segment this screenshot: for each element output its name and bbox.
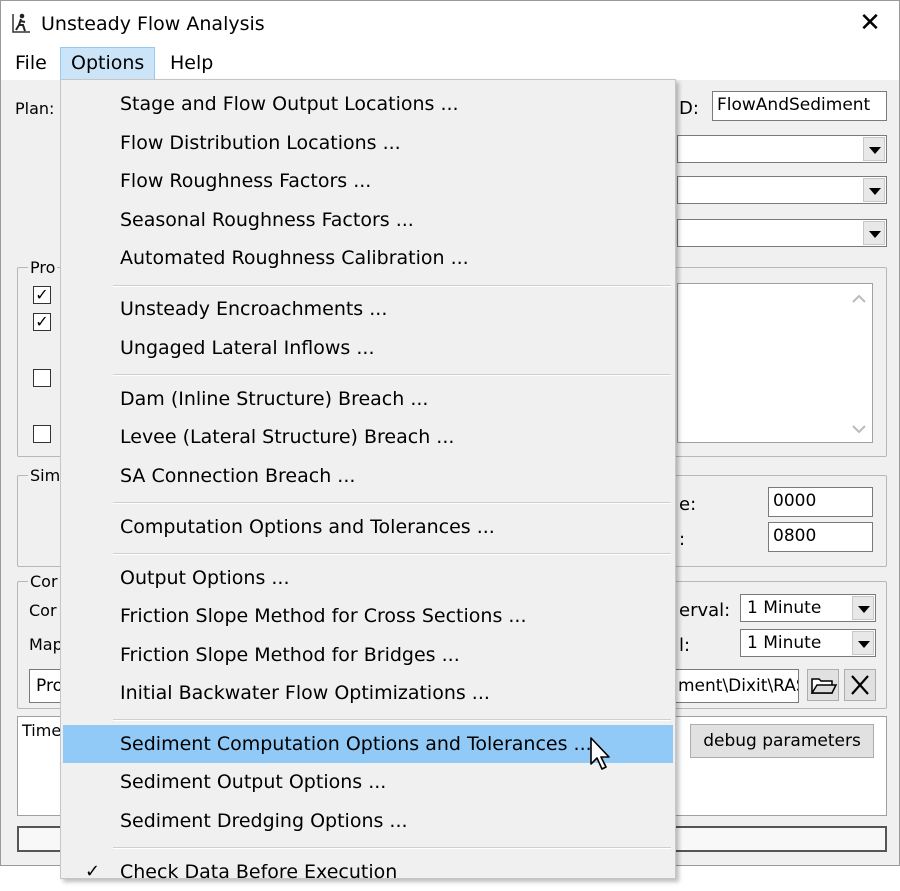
close-button[interactable]: ✕ xyxy=(841,1,899,47)
scroll-up-icon[interactable] xyxy=(852,294,866,304)
path-prefix: Pro xyxy=(36,676,63,696)
computation-group-title: Cor xyxy=(28,572,60,591)
menu-item-check-data[interactable]: ✓ Check Data Before Execution xyxy=(63,853,673,891)
menu-separator xyxy=(113,719,671,721)
interval-label-2: l: xyxy=(679,635,691,656)
interval-label-1: erval: xyxy=(679,600,731,621)
program-checkbox-4[interactable] xyxy=(33,425,51,443)
program-checkbox-1[interactable]: ✓ xyxy=(33,286,51,304)
browse-folder-button[interactable] xyxy=(807,669,839,701)
menu-item-sediment-dredging-options[interactable]: Sediment Dredging Options ... xyxy=(63,802,673,840)
menu-item-sa-connection-breach[interactable]: SA Connection Breach ... xyxy=(63,457,673,495)
computation-label: Cor xyxy=(29,601,57,620)
menu-item-dam-breach[interactable]: Dam (Inline Structure) Breach ... xyxy=(63,380,673,418)
checkmark-icon: ✓ xyxy=(85,861,101,882)
open-folder-icon xyxy=(810,678,838,694)
start-time-field[interactable]: 0000 xyxy=(768,487,873,517)
end-time-label: : xyxy=(679,529,686,550)
menu-item-computation-options[interactable]: Computation Options and Tolerances ... xyxy=(63,508,673,546)
menu-bar: File Options Help xyxy=(1,47,899,80)
window-title: Unsteady Flow Analysis xyxy=(41,13,265,35)
interval-value-1: 1 Minute xyxy=(747,598,822,618)
x-icon xyxy=(851,675,869,695)
options-dropdown-menu: Stage and Flow Output Locations ... Flow… xyxy=(60,79,676,883)
menu-options[interactable]: Options xyxy=(60,47,156,80)
chevron-down-icon xyxy=(863,178,885,202)
short-id-field[interactable]: FlowAndSediment xyxy=(712,91,887,121)
menu-separator xyxy=(113,553,671,555)
menu-help[interactable]: Help xyxy=(160,47,223,80)
chevron-down-icon xyxy=(852,596,874,620)
short-id-label: D: xyxy=(679,98,699,119)
menu-item-stage-flow-output[interactable]: Stage and Flow Output Locations ... xyxy=(63,85,673,123)
program-checkbox-2[interactable]: ✓ xyxy=(33,313,51,331)
menu-item-friction-slope-bridges[interactable]: Friction Slope Method for Bridges ... xyxy=(63,636,673,674)
menu-item-seasonal-roughness[interactable]: Seasonal Roughness Factors ... xyxy=(63,201,673,239)
menu-item-backwater-optimizations[interactable]: Initial Backwater Flow Optimizations ... xyxy=(63,674,673,712)
menu-separator xyxy=(113,502,671,504)
debug-parameters-button[interactable]: debug parameters xyxy=(690,724,874,758)
interval-value-2: 1 Minute xyxy=(747,633,822,653)
sediment-select[interactable] xyxy=(677,219,887,247)
menu-item-flow-distribution[interactable]: Flow Distribution Locations ... xyxy=(63,124,673,162)
plan-label: Plan: xyxy=(15,99,55,118)
hec-ras-person-icon xyxy=(12,13,30,33)
menu-item-check-data-label: Check Data Before Execution xyxy=(120,861,398,883)
flow-select[interactable] xyxy=(677,176,887,204)
menu-item-output-options[interactable]: Output Options ... xyxy=(63,559,673,597)
chevron-down-icon xyxy=(863,137,885,161)
menu-separator xyxy=(113,285,671,287)
close-icon: ✕ xyxy=(859,8,881,38)
menu-file[interactable]: File xyxy=(5,47,57,80)
menu-item-unsteady-encroachments[interactable]: Unsteady Encroachments ... xyxy=(63,290,673,328)
programs-group-title: Pro xyxy=(28,258,58,277)
programs-listbox[interactable] xyxy=(677,283,873,443)
program-checkbox-3[interactable] xyxy=(33,369,51,387)
interval-select-2[interactable]: 1 Minute xyxy=(740,629,876,657)
time-label: Time xyxy=(22,721,62,740)
interval-select-1[interactable]: 1 Minute xyxy=(740,594,876,622)
scroll-down-icon[interactable] xyxy=(852,424,866,434)
chevron-down-icon xyxy=(863,221,885,245)
menu-item-automated-roughness[interactable]: Automated Roughness Calibration ... xyxy=(63,239,673,277)
menu-item-sediment-output-options[interactable]: Sediment Output Options ... xyxy=(63,763,673,801)
checkmark-icon: ✓ xyxy=(35,312,49,331)
menu-item-flow-roughness[interactable]: Flow Roughness Factors ... xyxy=(63,162,673,200)
simulation-group-title: Sim xyxy=(28,466,63,485)
geometry-select[interactable] xyxy=(677,135,887,163)
checkmark-icon: ✓ xyxy=(35,285,49,304)
mapping-label: Map xyxy=(29,635,63,654)
menu-item-sediment-computation-options[interactable]: Sediment Computation Options and Toleran… xyxy=(63,725,673,763)
start-time-label: e: xyxy=(679,494,697,515)
end-time-field[interactable]: 0800 xyxy=(768,522,873,552)
chevron-down-icon xyxy=(852,631,874,655)
clear-path-button[interactable] xyxy=(844,669,876,701)
title-bar: Unsteady Flow Analysis ✕ xyxy=(1,1,899,47)
menu-item-levee-breach[interactable]: Levee (Lateral Structure) Breach ... xyxy=(63,418,673,456)
mouse-pointer-icon xyxy=(590,737,610,770)
menu-separator xyxy=(113,374,671,376)
menu-item-friction-slope-xs[interactable]: Friction Slope Method for Cross Sections… xyxy=(63,597,673,635)
menu-item-ungaged-inflows[interactable]: Ungaged Lateral Inflows ... xyxy=(63,329,673,367)
path-value: ment\Dixit\RAS xyxy=(678,676,799,696)
menu-separator xyxy=(113,847,671,849)
